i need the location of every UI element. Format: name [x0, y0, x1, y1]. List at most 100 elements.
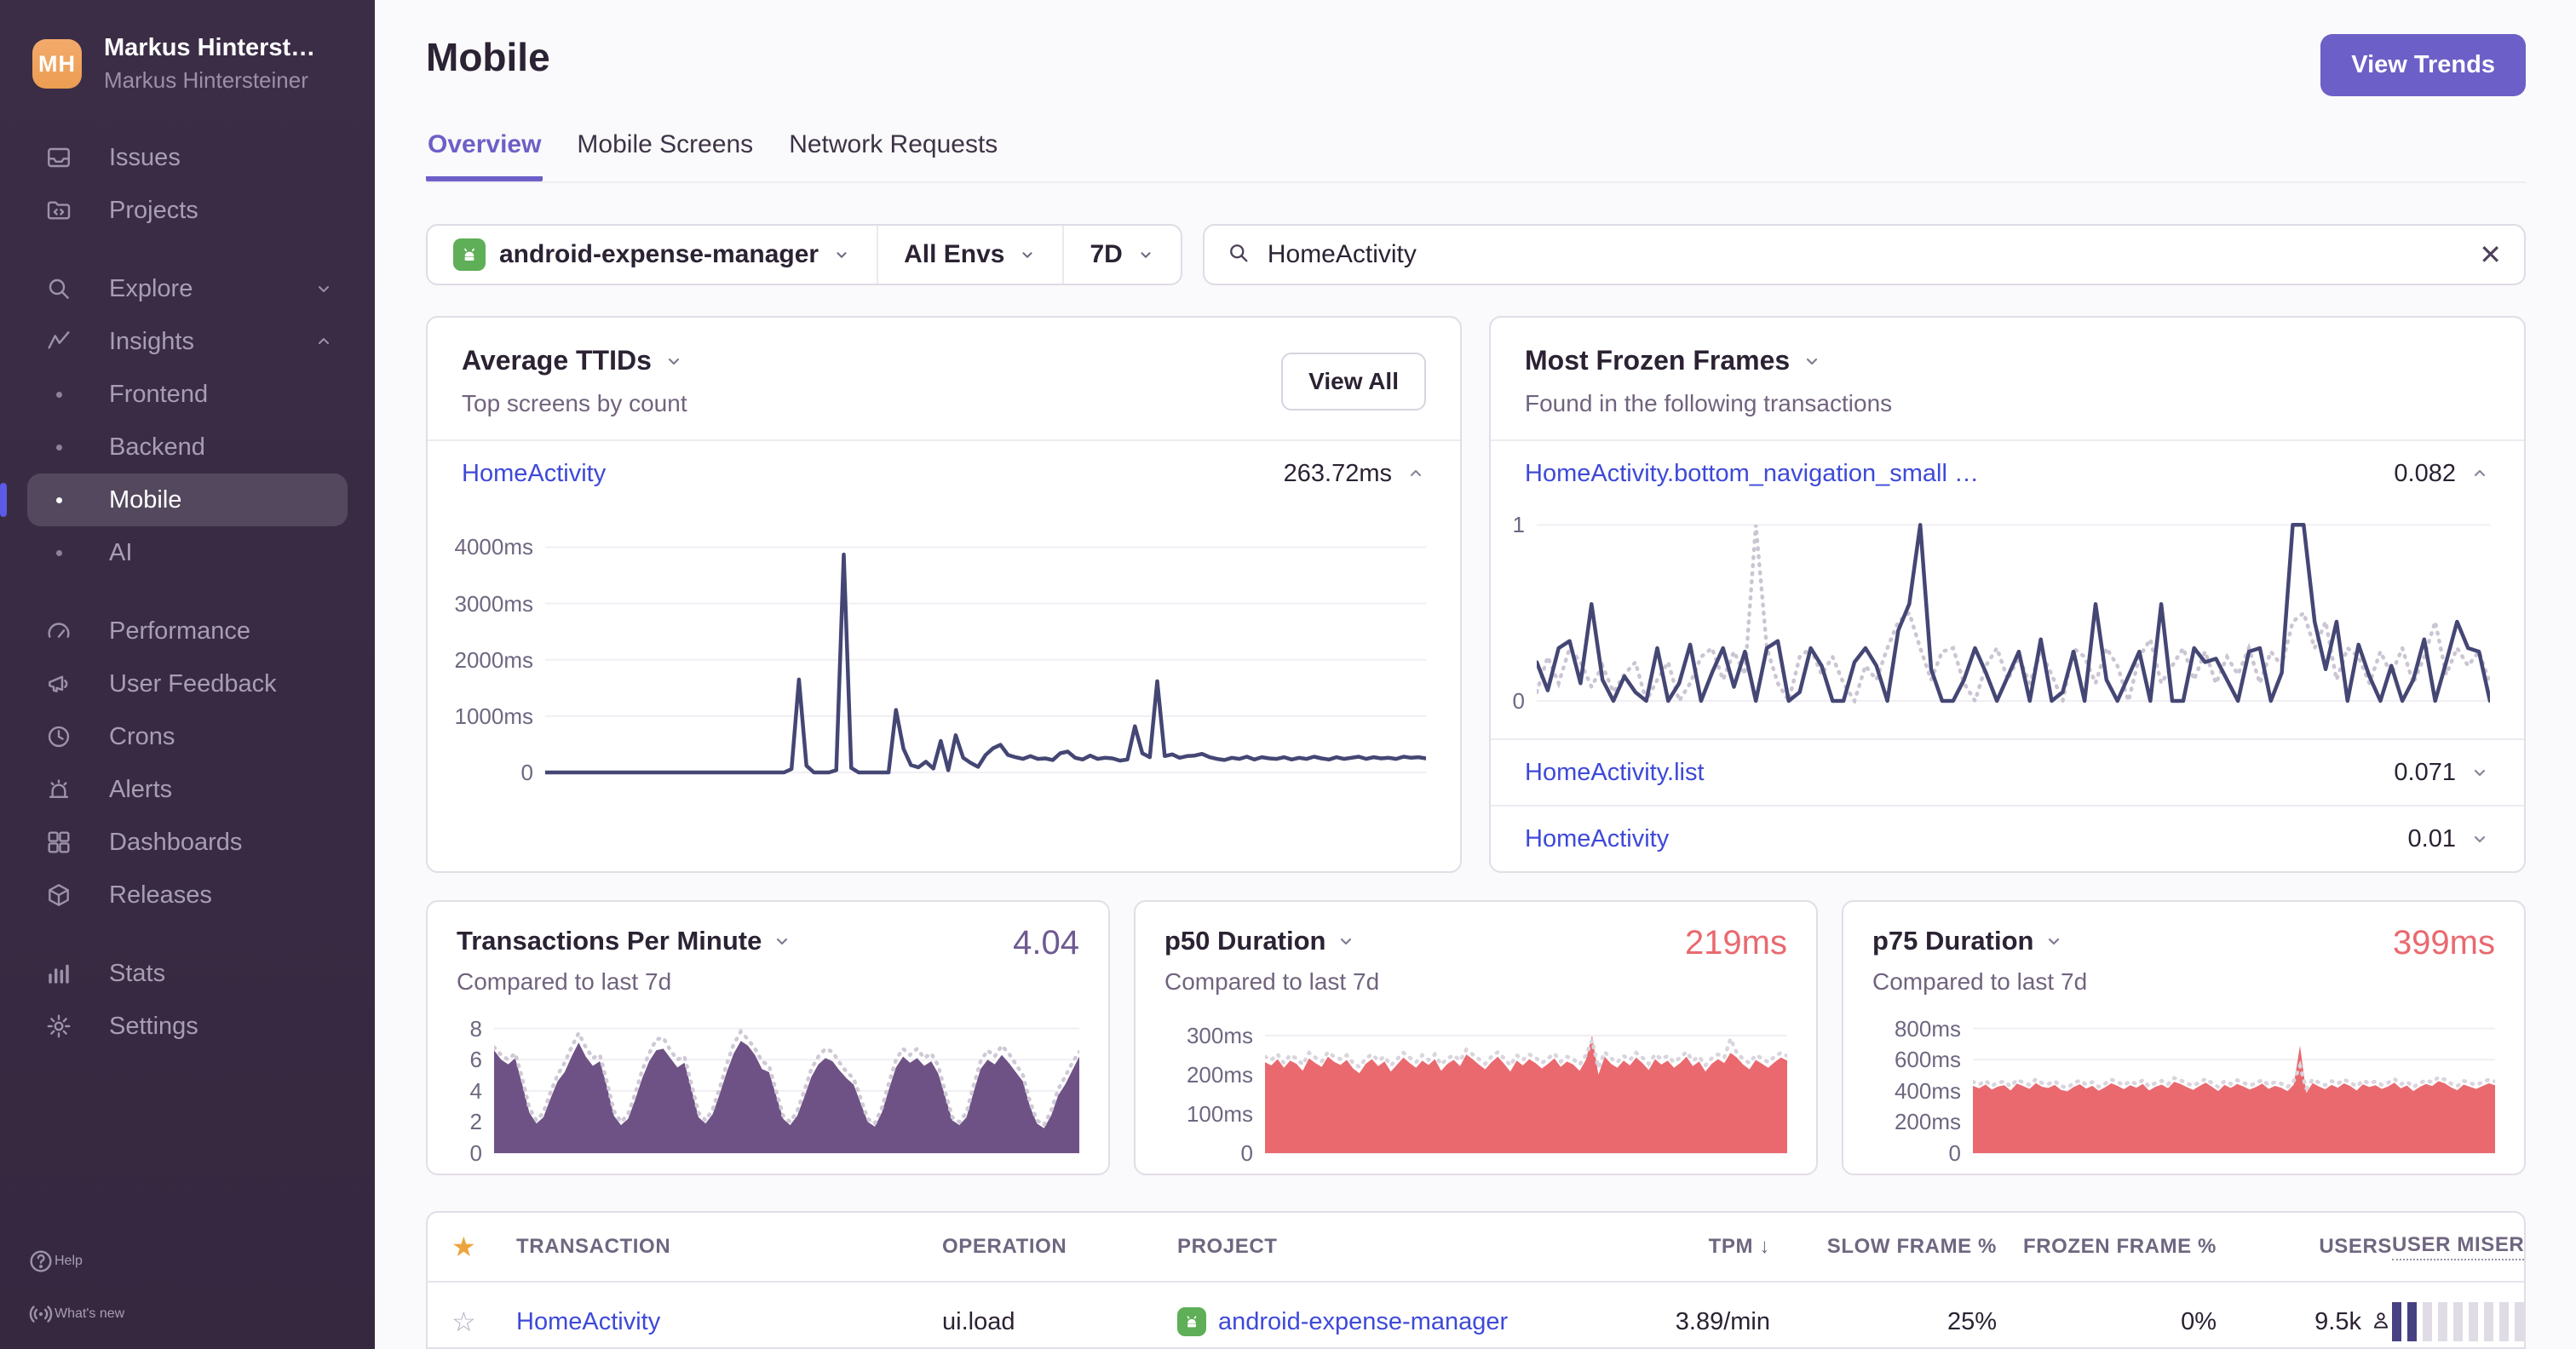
- col-transaction[interactable]: TRANSACTION: [516, 1235, 942, 1259]
- main-content: Mobile View Trends Overview Mobile Scree…: [375, 0, 2576, 1349]
- sidebar-item-ai[interactable]: AI: [27, 526, 348, 579]
- frozen-row-bottom-navigation[interactable]: HomeActivity.bottom_navigation_small … 0…: [1491, 441, 2524, 506]
- chevron-down-icon[interactable]: [772, 931, 792, 951]
- star-header-icon[interactable]: ★: [451, 1233, 516, 1260]
- sidebar-item-label: Issues: [109, 143, 181, 171]
- average-ttids-chart-block: 0 1000ms 2000ms 3000ms 4000ms: [428, 506, 1460, 785]
- sidebar-item-label: AI: [109, 538, 133, 566]
- sidebar-nav: Issues Projects Explore Insights Fronten…: [0, 131, 375, 1235]
- sidebar-item-crons[interactable]: Crons: [27, 710, 348, 763]
- transaction-link[interactable]: HomeActivity: [462, 460, 606, 488]
- sidebar-item-label: Crons: [109, 722, 175, 750]
- p50-value: 219ms: [1684, 924, 1787, 962]
- frozen-row-list[interactable]: HomeActivity.list 0.071: [1491, 740, 2524, 805]
- avg-ttid-chart[interactable]: [545, 520, 1426, 775]
- metric-value: 263.72ms: [1283, 459, 1392, 487]
- sidebar-item-user-feedback[interactable]: User Feedback: [27, 657, 348, 710]
- graph-icon: [27, 328, 90, 355]
- y-axis-labels: 02468: [469, 1015, 482, 1166]
- android-icon: [453, 238, 486, 271]
- card-title[interactable]: Average TTIDs: [462, 345, 652, 376]
- issues-icon: [27, 144, 90, 171]
- active-edge-indicator: [0, 483, 7, 517]
- p75-duration-card: p75 Duration Compared to last 7d 399ms 0…: [1842, 900, 2526, 1175]
- sidebar-item-dashboards[interactable]: Dashboards: [27, 816, 348, 869]
- bullet-icon: [27, 497, 90, 503]
- sidebar-item-stats[interactable]: Stats: [27, 947, 348, 1000]
- tab-overview[interactable]: Overview: [426, 125, 543, 181]
- chevron-up-icon[interactable]: [1406, 463, 1426, 484]
- project-link[interactable]: android-expense-manager: [1218, 1308, 1508, 1336]
- transaction-link[interactable]: HomeActivity: [516, 1308, 942, 1336]
- view-trends-button[interactable]: View Trends: [2320, 34, 2526, 96]
- col-user-misery[interactable]: USER MISERY: [2392, 1233, 2524, 1260]
- tpm-chart[interactable]: [494, 1011, 1079, 1156]
- col-frozen-frame[interactable]: FROZEN FRAME %: [1997, 1235, 2217, 1259]
- chevron-down-icon: [313, 278, 334, 299]
- p50-chart-block: 0 100ms 200ms 300ms: [1164, 1011, 1787, 1166]
- star-toggle-icon[interactable]: ☆: [451, 1308, 516, 1335]
- p75-chart[interactable]: [1973, 1011, 2495, 1156]
- user-misery-bars: [2392, 1302, 2524, 1341]
- sidebar-item-label: Explore: [109, 274, 193, 302]
- col-operation[interactable]: OPERATION: [942, 1235, 1177, 1259]
- sidebar-item-help[interactable]: Help: [27, 1235, 348, 1288]
- sidebar-item-performance[interactable]: Performance: [27, 605, 348, 657]
- chevron-down-icon[interactable]: [664, 351, 684, 371]
- col-project[interactable]: PROJECT: [1177, 1235, 1620, 1259]
- view-all-button[interactable]: View All: [1281, 352, 1426, 410]
- transaction-link[interactable]: HomeActivity.list: [1525, 759, 1705, 787]
- transaction-link[interactable]: HomeActivity.bottom_navigation_small …: [1525, 460, 1979, 488]
- chevron-down-icon[interactable]: [1802, 351, 1822, 371]
- card-title[interactable]: p50 Duration: [1164, 926, 1325, 956]
- sidebar-item-label: Performance: [109, 617, 251, 645]
- p50-chart[interactable]: [1265, 1011, 1787, 1156]
- card-title[interactable]: p75 Duration: [1872, 926, 2033, 956]
- chevron-down-icon[interactable]: [1336, 931, 1356, 951]
- chevron-down-icon: [832, 245, 851, 264]
- chevron-down-icon[interactable]: [2470, 762, 2490, 783]
- chevron-down-icon[interactable]: [2470, 829, 2490, 849]
- date-range-label: 7D: [1090, 240, 1123, 268]
- sidebar-item-backend[interactable]: Backend: [27, 421, 348, 474]
- sidebar-item-whats-new[interactable]: What's new: [27, 1288, 348, 1340]
- card-title[interactable]: Transactions Per Minute: [457, 926, 762, 956]
- sort-desc-icon: ↓: [1759, 1235, 1770, 1258]
- environment-filter[interactable]: All Envs: [877, 226, 1062, 284]
- sidebar-item-issues[interactable]: Issues: [27, 131, 348, 184]
- col-tpm-sorted[interactable]: TPM ↓: [1620, 1235, 1770, 1259]
- org-switcher[interactable]: MH Markus Hinterst… Markus Hintersteiner: [0, 0, 375, 94]
- search-icon: [1227, 241, 1251, 269]
- sidebar-item-insights[interactable]: Insights: [27, 315, 348, 368]
- col-users[interactable]: USERS: [2217, 1235, 2392, 1259]
- card-title[interactable]: Most Frozen Frames: [1525, 345, 1790, 376]
- sidebar-item-frontend[interactable]: Frontend: [27, 368, 348, 421]
- sidebar-item-mobile[interactable]: Mobile: [0, 474, 348, 526]
- sidebar-item-projects[interactable]: Projects: [27, 184, 348, 237]
- tab-network-requests[interactable]: Network Requests: [787, 125, 999, 181]
- chevron-up-icon[interactable]: [2470, 463, 2490, 484]
- avatar[interactable]: MH: [32, 39, 82, 89]
- sidebar-item-label: User Feedback: [109, 669, 277, 697]
- date-range-filter[interactable]: 7D: [1062, 226, 1180, 284]
- sidebar-item-releases[interactable]: Releases: [27, 869, 348, 921]
- tab-mobile-screens[interactable]: Mobile Screens: [575, 125, 755, 181]
- col-slow-frame[interactable]: SLOW FRAME %: [1770, 1235, 1997, 1259]
- frozen-row-homeactivity[interactable]: HomeActivity 0.01: [1491, 807, 2524, 871]
- transaction-link[interactable]: HomeActivity: [1525, 825, 1669, 853]
- operation-cell: ui.load: [942, 1307, 1015, 1335]
- clear-search-icon[interactable]: ✕: [2479, 241, 2502, 268]
- megaphone-icon: [27, 670, 90, 697]
- bullet-icon: [27, 444, 90, 451]
- sidebar-item-explore[interactable]: Explore: [27, 262, 348, 315]
- bullet-icon: [27, 391, 90, 398]
- project-filter[interactable]: android-expense-manager: [428, 226, 877, 284]
- frozen-frames-chart[interactable]: [1537, 511, 2490, 703]
- sidebar-item-alerts[interactable]: Alerts: [27, 763, 348, 816]
- chevron-down-icon[interactable]: [2044, 931, 2064, 951]
- sidebar-item-settings[interactable]: Settings: [27, 1000, 348, 1053]
- ttid-row-homeactivity[interactable]: HomeActivity 263.72ms: [428, 441, 1460, 506]
- search-input[interactable]: [1265, 239, 2464, 270]
- sidebar-item-label: Backend: [109, 433, 205, 461]
